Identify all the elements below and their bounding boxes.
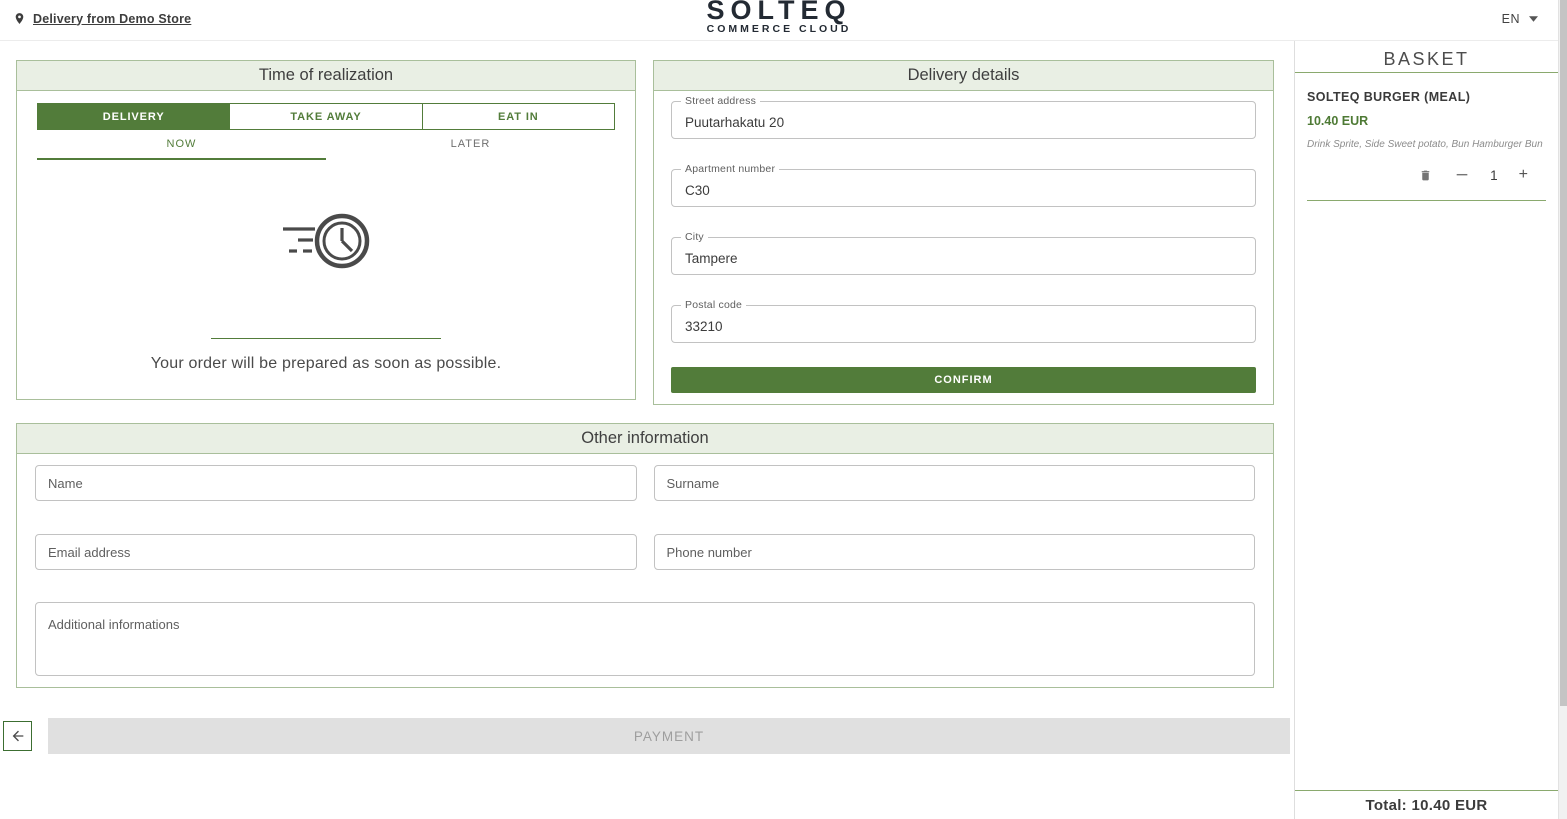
street-address-field: Street address bbox=[671, 101, 1256, 139]
basket-item-divider bbox=[1307, 200, 1546, 201]
logo-title: SOLTEQ bbox=[706, 0, 851, 23]
phone-input[interactable] bbox=[654, 534, 1256, 570]
store-location-label[interactable]: Delivery from Demo Store bbox=[33, 12, 191, 26]
tab-delivery[interactable]: DELIVERY bbox=[37, 103, 230, 130]
payment-button[interactable]: PAYMENT bbox=[48, 718, 1290, 754]
logo: SOLTEQ COMMERCE CLOUD bbox=[706, 0, 851, 36]
store-location-link[interactable]: Delivery from Demo Store bbox=[13, 10, 191, 27]
additional-info-textarea[interactable] bbox=[35, 602, 1255, 676]
tab-now[interactable]: NOW bbox=[37, 130, 326, 160]
delivery-panel-title: Delivery details bbox=[654, 61, 1273, 91]
language-code[interactable]: EN bbox=[1502, 12, 1520, 26]
tab-take-away[interactable]: TAKE AWAY bbox=[229, 103, 422, 130]
basket-title: BASKET bbox=[1295, 46, 1558, 73]
city-input[interactable] bbox=[672, 238, 1255, 274]
language-selector[interactable]: EN bbox=[1502, 12, 1538, 26]
increase-quantity-button[interactable]: + bbox=[1519, 166, 1528, 184]
remove-item-button[interactable] bbox=[1419, 168, 1432, 183]
basket-item-name: SOLTEQ BURGER (MEAL) bbox=[1307, 90, 1546, 104]
quantity-controls: − 1 + bbox=[1307, 165, 1546, 185]
time-panel-title: Time of realization bbox=[17, 61, 635, 91]
page-scrollbar[interactable] bbox=[1558, 0, 1567, 819]
checkout-page: Delivery from Demo Store SOLTEQ COMMERCE… bbox=[0, 0, 1567, 819]
confirm-button[interactable]: CONFIRM bbox=[671, 367, 1256, 393]
back-button[interactable] bbox=[3, 721, 32, 751]
top-bar: Delivery from Demo Store SOLTEQ COMMERCE… bbox=[0, 0, 1558, 41]
chevron-down-icon bbox=[1529, 16, 1538, 22]
other-panel-title: Other information bbox=[17, 424, 1273, 454]
preparation-message: Your order will be prepared as soon as p… bbox=[17, 355, 635, 373]
fulfillment-tabs: DELIVERY TAKE AWAY EAT IN bbox=[37, 103, 615, 130]
apartment-number-field: Apartment number bbox=[671, 169, 1256, 207]
apartment-number-input[interactable] bbox=[672, 170, 1255, 206]
other-information-panel: Other information bbox=[16, 423, 1274, 688]
street-address-input[interactable] bbox=[672, 102, 1255, 138]
decrease-quantity-button[interactable]: − bbox=[1455, 165, 1469, 185]
postal-code-label: Postal code bbox=[681, 299, 746, 311]
arrow-left-icon bbox=[10, 728, 26, 744]
email-input[interactable] bbox=[35, 534, 637, 570]
surname-input[interactable] bbox=[654, 465, 1256, 501]
delivery-details-panel: Delivery details Street address Apartmen… bbox=[653, 60, 1274, 405]
quantity-value: 1 bbox=[1490, 168, 1498, 183]
minus-icon: − bbox=[1455, 165, 1469, 185]
tab-later[interactable]: LATER bbox=[326, 130, 615, 160]
street-address-label: Street address bbox=[681, 95, 760, 107]
scrollbar-thumb[interactable] bbox=[1560, 0, 1567, 706]
tab-eat-in[interactable]: EAT IN bbox=[422, 103, 615, 130]
postal-code-field: Postal code bbox=[671, 305, 1256, 343]
basket-item: SOLTEQ BURGER (MEAL) 10.40 EUR Drink Spr… bbox=[1295, 73, 1558, 201]
apartment-number-label: Apartment number bbox=[681, 163, 779, 175]
basket-total: Total: 10.40 EUR bbox=[1295, 790, 1558, 819]
time-of-realization-panel: Time of realization DELIVERY TAKE AWAY E… bbox=[16, 60, 636, 400]
basket-item-price: 10.40 EUR bbox=[1307, 114, 1546, 128]
basket-sidebar: BASKET SOLTEQ BURGER (MEAL) 10.40 EUR Dr… bbox=[1294, 41, 1558, 819]
logo-subtitle: COMMERCE CLOUD bbox=[706, 23, 851, 36]
plus-icon: + bbox=[1519, 166, 1528, 184]
map-pin-icon bbox=[13, 10, 26, 27]
fast-clock-icon bbox=[17, 206, 635, 276]
name-input[interactable] bbox=[35, 465, 637, 501]
trash-icon bbox=[1419, 168, 1432, 183]
schedule-tabs: NOW LATER bbox=[37, 130, 615, 160]
city-field: City bbox=[671, 237, 1256, 275]
basket-item-description: Drink Sprite, Side Sweet potato, Bun Ham… bbox=[1307, 139, 1546, 150]
message-divider bbox=[211, 338, 441, 339]
postal-code-input[interactable] bbox=[672, 306, 1255, 342]
city-label: City bbox=[681, 231, 708, 243]
